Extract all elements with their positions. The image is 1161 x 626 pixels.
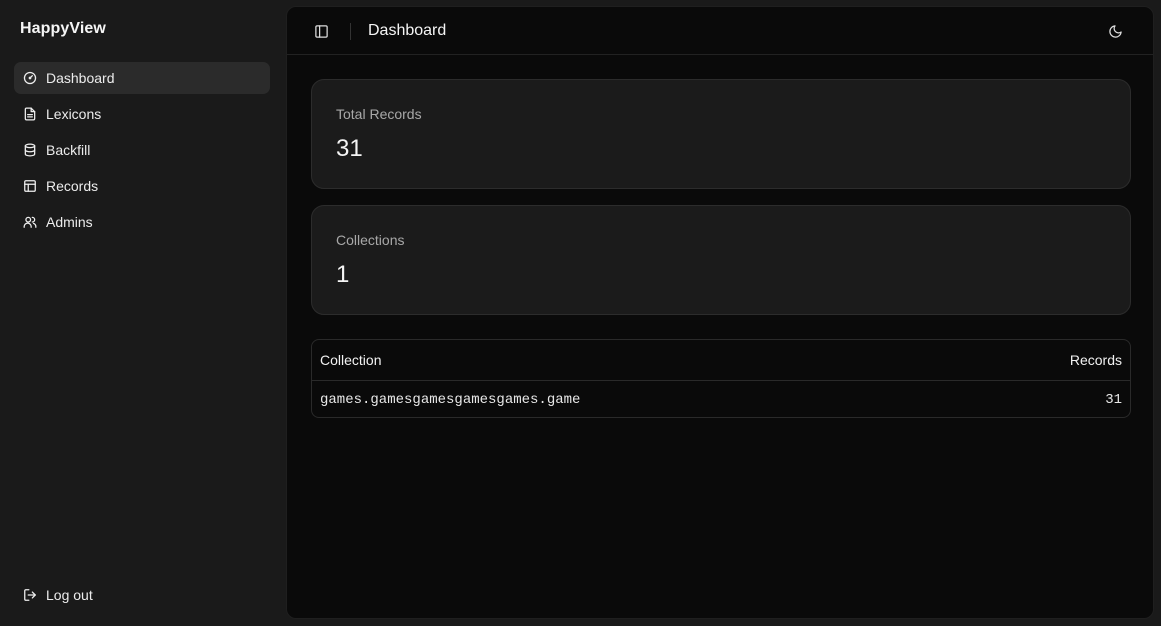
stat-label: Total Records xyxy=(336,106,422,122)
sidebar-item-label: Admins xyxy=(46,214,93,230)
gauge-icon xyxy=(23,71,37,85)
logout-label: Log out xyxy=(46,587,93,603)
column-header-records[interactable]: Records xyxy=(1070,352,1122,368)
cell-records: 31 xyxy=(1105,392,1122,408)
table-header: Collection Records xyxy=(312,340,1130,381)
sidebar-item-backfill[interactable]: Backfill xyxy=(14,134,270,166)
cell-collection: games.gamesgamesgamesgames.game xyxy=(320,392,581,408)
sidebar-item-label: Lexicons xyxy=(46,106,102,122)
sidebar-item-label: Records xyxy=(46,178,99,194)
stat-value: 31 xyxy=(336,135,363,162)
sidebar-item-label: Backfill xyxy=(46,142,91,158)
collections-table: Collection Records games.gamesgamesgames… xyxy=(311,339,1131,418)
logout-area: Log out xyxy=(14,579,270,615)
sidebar-nav: Dashboard Lexicons Backfill Records Admi… xyxy=(14,62,270,242)
brand-title: HappyView xyxy=(20,20,106,37)
logout-button[interactable]: Log out xyxy=(14,579,270,611)
log-out-icon xyxy=(23,588,37,602)
stat-card-total-records: Total Records 31 xyxy=(311,79,1131,189)
sidebar-toggle-button[interactable] xyxy=(309,19,333,43)
table-icon xyxy=(23,179,37,193)
sidebar-item-records[interactable]: Records xyxy=(14,170,270,202)
column-header-collection[interactable]: Collection xyxy=(320,352,381,368)
database-icon xyxy=(23,143,37,157)
app-root: HappyView Dashboard Lexicons Backfill Re… xyxy=(0,0,1161,626)
theme-toggle-button[interactable] xyxy=(1103,19,1127,43)
stat-card-collections: Collections 1 xyxy=(311,205,1131,315)
header-divider xyxy=(350,23,351,40)
table-row[interactable]: games.gamesgamesgamesgames.game 31 xyxy=(312,381,1130,417)
users-icon xyxy=(23,215,37,229)
stat-value: 1 xyxy=(336,261,350,288)
panel-left-icon xyxy=(314,24,329,39)
sidebar-item-admins[interactable]: Admins xyxy=(14,206,270,238)
main-panel: Dashboard Total Records 31 Collections 1… xyxy=(286,6,1154,619)
moon-icon xyxy=(1108,24,1123,39)
sidebar-item-lexicons[interactable]: Lexicons xyxy=(14,98,270,130)
page-title: Dashboard xyxy=(368,22,447,39)
file-text-icon xyxy=(23,107,37,121)
sidebar: HappyView Dashboard Lexicons Backfill Re… xyxy=(0,0,286,626)
stat-label: Collections xyxy=(336,232,405,248)
sidebar-item-dashboard[interactable]: Dashboard xyxy=(14,62,270,94)
sidebar-item-label: Dashboard xyxy=(46,70,115,86)
top-bar: Dashboard xyxy=(287,7,1153,55)
